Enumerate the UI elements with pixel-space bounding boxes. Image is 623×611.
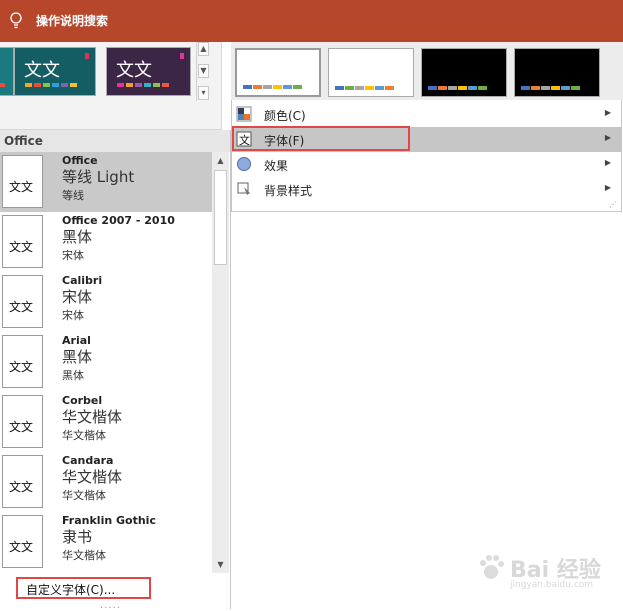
customize-fonts-button[interactable]: 自定义字体(C)... [16,577,151,599]
font-set-item[interactable]: 文文 Franklin Gothic 隶书 华文楷体 [0,512,212,572]
submenu-arrow-icon: ▶ [604,158,611,167]
menu-item-label: 颜色(C) [264,109,306,123]
gallery-scroll-up[interactable]: ▲ [198,42,209,56]
ribbon-bar: 操作说明搜索 [0,0,623,42]
tell-me-search[interactable]: 操作说明搜索 [36,12,108,29]
font-set-item[interactable]: 文文 Calibri 宋体 宋体 [0,272,212,332]
color-bars [243,85,302,89]
scroll-thumb[interactable] [214,170,227,265]
heading-font: 黑体 [62,348,93,366]
heading-font: 宋体 [62,288,93,306]
variants-menu: 颜色(C) ▶ 文 字体(F) ▶ 效果 ▶ 背景样式 ▶ ⋰ [231,100,622,212]
body-font: 黑体 [62,369,84,382]
submenu-arrow-icon: ▶ [604,108,611,117]
menu-item-colors[interactable]: 颜色(C) ▶ [232,102,621,127]
font-preview-icon: 文文 [2,215,43,268]
font-set-item[interactable]: 文文 Office 等线 Light 等线 [0,152,212,212]
color-bars [25,83,77,87]
fonts-panel-header: Office [0,130,230,152]
colors-icon [236,106,252,122]
body-font: 华文楷体 [62,489,106,502]
variant-thumbnail[interactable] [421,48,507,97]
resize-grip[interactable]: ..... [100,600,121,611]
menu-item-label: 效果 [264,159,289,173]
fonts-scrollbar[interactable]: ▲ ▼ [212,152,229,573]
body-font: 华文楷体 [62,429,106,442]
menu-resize-grip[interactable]: ⋰ [609,200,617,209]
gallery-scroll-down[interactable]: ▼ [198,64,209,78]
heading-font: 等线 Light [62,168,135,186]
heading-font: 华文楷体 [62,468,123,486]
font-preview-icon: 文文 [2,275,43,328]
heading-font: 黑体 [62,228,93,246]
watermark: Bai 经验 jingyan.baidu.com [476,552,616,594]
fonts-dropdown-panel: Office 文文 Office 等线 Light 等线 文文 Office 2… [0,130,231,611]
theme-thumbnail[interactable]: 文文 [14,47,96,96]
font-set-item[interactable]: 文文 Office 2007 - 2010 黑体 宋体 [0,212,212,272]
font-set-item[interactable]: 文文 Arial 黑体 黑体 [0,332,212,392]
font-preview-icon: 文文 [2,335,43,388]
theme-accent [85,53,89,59]
lightbulb-icon[interactable] [9,11,23,31]
background-style-icon [237,182,250,195]
menu-item-background-styles[interactable]: 背景样式 ▶ [232,177,621,202]
theme-gallery: 文文 文文 ▲ ▼ ▾ [0,42,222,130]
paw-logo-icon [480,555,504,579]
gallery-scrollbar[interactable]: ▲ ▼ ▾ [196,42,209,101]
gallery-more-button[interactable]: ▾ [198,86,209,100]
color-bars [521,86,580,90]
effects-icon [237,157,251,171]
heading-font: 华文楷体 [62,408,123,426]
body-font: 宋体 [62,309,84,322]
theme-glyph: 文文 [24,60,60,81]
theme-accent [180,53,184,59]
fonts-highlight-box [232,126,410,151]
color-bars [428,86,487,90]
font-preview-icon: 文文 [2,395,43,448]
font-set-item[interactable]: 文文 Corbel 华文楷体 华文楷体 [0,392,212,452]
color-bars [0,83,5,87]
font-preview-icon: 文文 [2,515,43,568]
theme-glyph: 文文 [116,60,152,81]
body-font: 宋体 [62,249,84,262]
menu-item-effects[interactable]: 效果 ▶ [232,152,621,177]
scroll-up-arrow[interactable]: ▲ [214,154,227,167]
body-font: 等线 [62,189,84,202]
font-preview-icon: 文文 [2,455,43,508]
variant-thumbnail[interactable] [235,48,321,97]
color-bars [335,86,394,90]
variant-thumbnail[interactable] [328,48,414,97]
body-font: 华文楷体 [62,549,106,562]
color-bars [117,83,169,87]
font-preview-icon: 文文 [2,155,43,208]
scroll-down-arrow[interactable]: ▼ [214,558,227,571]
theme-thumbnail[interactable] [0,47,14,96]
submenu-arrow-icon: ▶ [604,133,611,142]
submenu-arrow-icon: ▶ [604,183,611,192]
variant-gallery [231,42,623,100]
font-set-item[interactable]: 文文 Candara 华文楷体 华文楷体 [0,452,212,512]
watermark-sub: jingyan.baidu.com [510,580,594,590]
theme-thumbnail[interactable]: 文文 [106,47,191,96]
heading-font: 隶书 [62,528,93,546]
variant-thumbnail[interactable] [514,48,600,97]
menu-item-label: 背景样式 [264,184,313,198]
